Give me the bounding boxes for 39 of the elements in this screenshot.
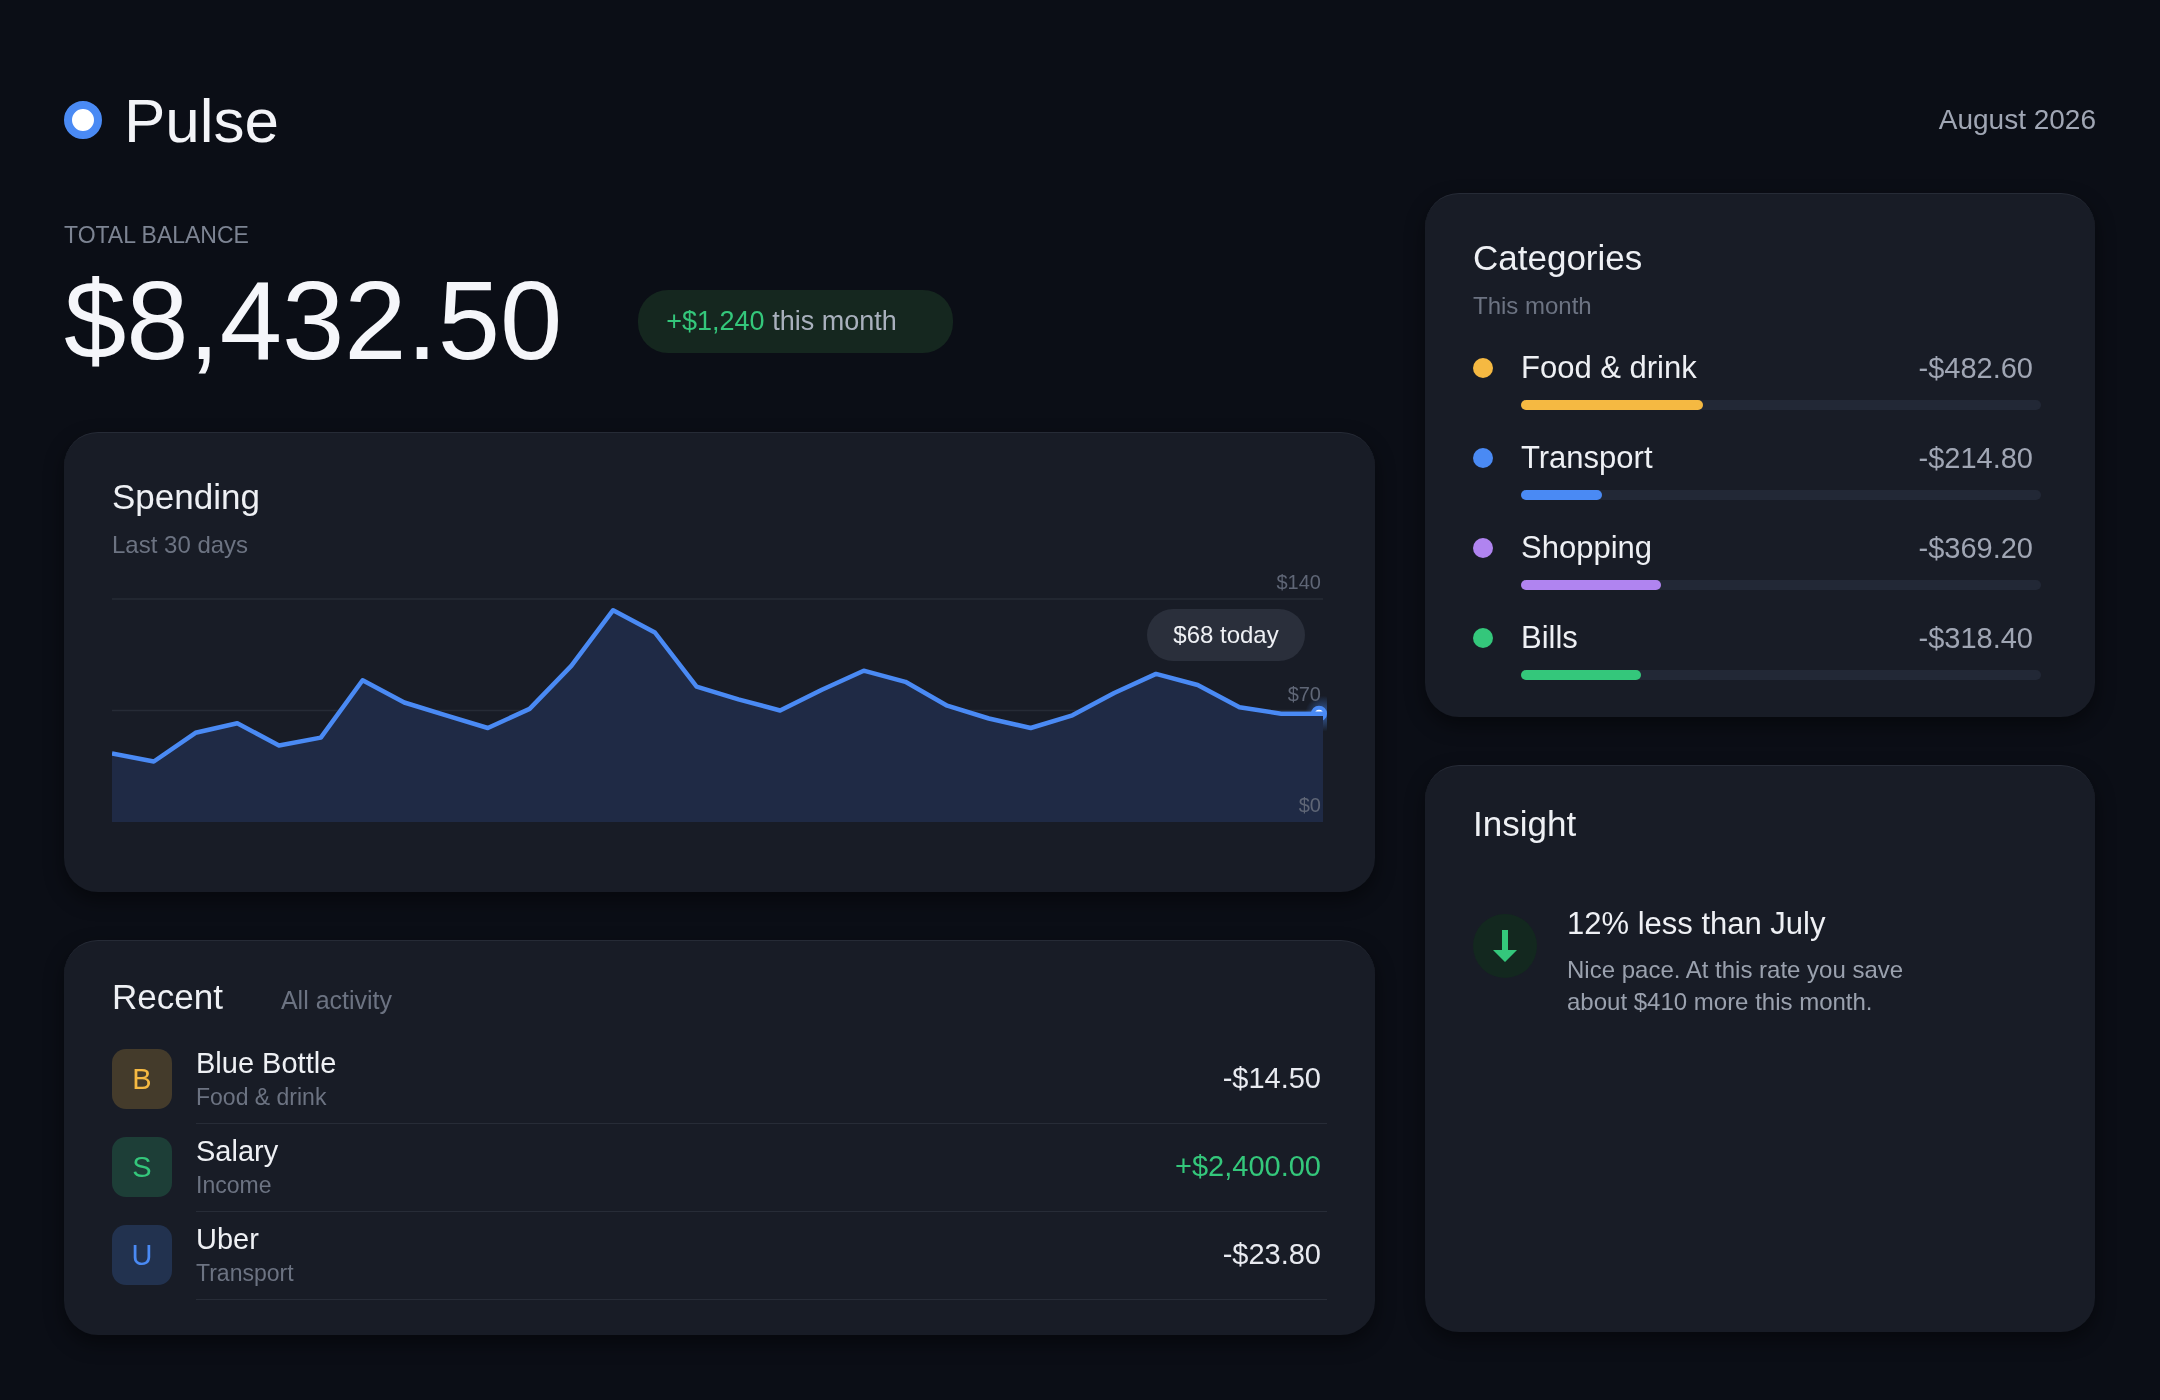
balance-label: TOTAL BALANCE — [64, 222, 250, 249]
axis-label: $70 — [1287, 682, 1321, 705]
card-subtitle: This month — [1473, 292, 1593, 320]
category-amount: -$369.20 — [1918, 531, 2034, 565]
app-name: Pulse — [124, 84, 280, 156]
avatar-letter: B — [132, 1062, 152, 1096]
category-name: Transport — [1521, 440, 1654, 476]
transaction-name: Blue Bottle — [196, 1046, 337, 1080]
current-month: August 2026 — [1938, 104, 2096, 136]
tooltip: $68 today — [1147, 609, 1305, 661]
insight-body: Nice pace. At this rate you save about $410 more this month. — [1567, 955, 1905, 1018]
category-amount: -$318.40 — [1918, 621, 2034, 655]
card-title: Categories — [1473, 238, 1643, 277]
transaction-amount: -$14.50 — [1222, 1062, 1321, 1095]
card-title: Recent — [112, 977, 223, 1017]
transaction-category: Transport — [196, 1259, 294, 1287]
category-amount: -$482.60 — [1918, 351, 2034, 385]
change-pill: +$1,240 this month — [638, 289, 953, 353]
transaction-amount: -$23.80 — [1222, 1238, 1321, 1271]
all-activity-link[interactable]: All activity — [280, 986, 393, 1015]
transaction-name: Uber — [196, 1222, 260, 1256]
logo-icon — [64, 101, 102, 139]
category-name: Food & drink — [1521, 350, 1698, 386]
avatar-letter: S — [132, 1150, 152, 1184]
insight-headline: 12% less than July — [1567, 906, 1827, 942]
balance-amount: $8,432.50 — [64, 265, 563, 377]
avatar-letter: U — [131, 1238, 153, 1272]
card-title: Insight — [1473, 804, 1577, 843]
transaction-category: Food & drink — [196, 1083, 328, 1111]
category-amount: -$214.80 — [1918, 441, 2034, 475]
axis-label: $0 — [1298, 794, 1321, 816]
card-subtitle: Last 30 days — [112, 531, 250, 559]
transaction-amount: +$2,400.00 — [1175, 1150, 1321, 1183]
card-title: Spending — [112, 477, 260, 516]
transaction-category: Income — [196, 1171, 273, 1199]
transaction-name: Salary — [196, 1134, 279, 1168]
category-name: Bills — [1521, 620, 1579, 656]
axis-label: $140 — [1276, 571, 1321, 593]
category-name: Shopping — [1521, 530, 1653, 566]
